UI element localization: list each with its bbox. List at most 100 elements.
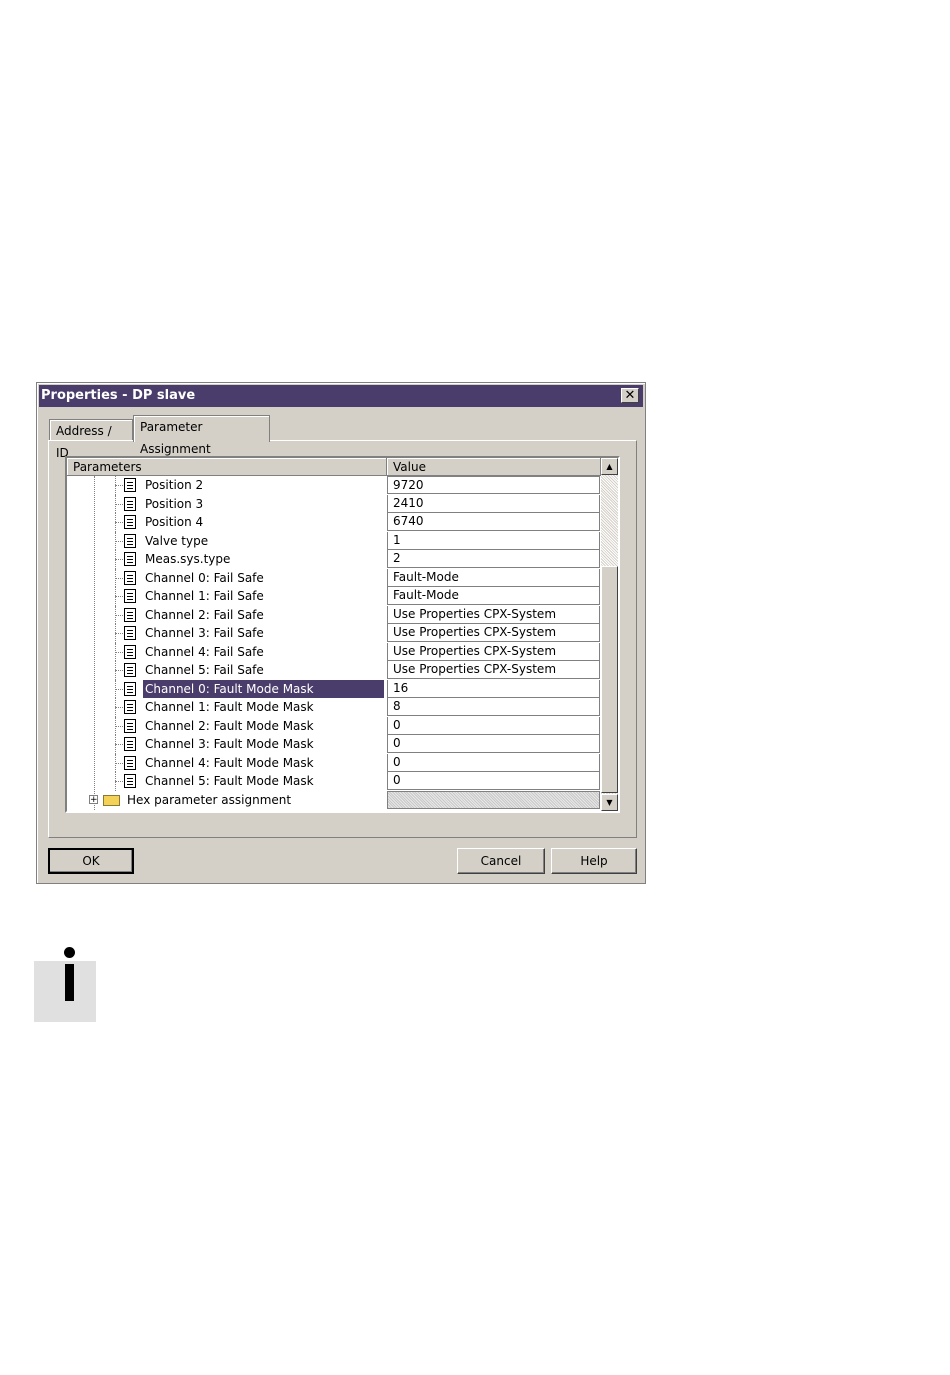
table-row[interactable]: Position 3 2410 <box>67 494 601 513</box>
table-row[interactable]: Channel 2: Fail Safe Use Properties CPX-S… <box>67 605 601 624</box>
parameter-value-field[interactable]: Use Properties CPX-System <box>387 624 600 642</box>
parameter-name-cell[interactable]: Channel 0: Fault Mode Mask <box>67 679 386 698</box>
tree-line <box>115 707 123 708</box>
parameter-doc-icon <box>124 478 136 492</box>
parameter-value-field[interactable]: 16 <box>387 679 600 698</box>
parameter-rows: Position 2 9720 Position 3 2410 Position 4 67… <box>67 476 601 811</box>
parameter-name-cell[interactable]: Channel 4: Fail Safe <box>67 642 386 661</box>
info-icon-dot <box>64 947 75 958</box>
scroll-up-button[interactable]: ▲ <box>601 458 618 475</box>
column-header-value[interactable]: Value <box>387 458 601 476</box>
table-row[interactable]: Channel 2: Fault Mode Mask 0 <box>67 716 601 735</box>
parameter-value-field[interactable]: 0 <box>387 753 600 772</box>
parameter-value-field[interactable]: 0 <box>387 716 600 735</box>
parameter-name-cell[interactable]: Channel 1: Fault Mode Mask <box>67 698 386 717</box>
parameter-value-field[interactable]: Fault-Mode <box>387 568 600 587</box>
parameter-name-cell[interactable]: Channel 5: Fail Safe <box>67 661 386 680</box>
column-header-parameters[interactable]: Parameters <box>67 458 387 476</box>
parameter-doc-icon <box>124 737 136 751</box>
expand-plus-icon[interactable]: + <box>89 794 98 804</box>
parameter-value-field[interactable]: Use Properties CPX-System <box>387 605 600 624</box>
parameter-value-field[interactable]: 9720 <box>387 476 600 494</box>
parameter-doc-icon <box>124 552 136 566</box>
parameter-label: Valve type <box>145 533 209 548</box>
cancel-button[interactable]: Cancel <box>457 848 545 874</box>
parameter-label: Channel 0: Fault Mode Mask <box>143 679 384 698</box>
table-row[interactable]: Meas.sys.type 2 <box>67 550 601 569</box>
table-row[interactable]: Channel 3: Fault Mode Mask 0 <box>67 735 601 754</box>
folder-label: Hex parameter assignment <box>127 792 292 807</box>
tab-parameter-assignment[interactable]: Parameter Assignment <box>133 415 270 456</box>
title-bar[interactable]: Properties - DP slave ✕ <box>39 385 643 407</box>
table-row[interactable]: Channel 0: Fail Safe Fault-Mode <box>67 568 601 587</box>
parameter-value-field[interactable]: 0 <box>387 735 600 753</box>
scroll-thumb[interactable] <box>601 566 618 793</box>
table-row[interactable]: Channel 4: Fail Safe Use Properties CPX-S… <box>67 642 601 661</box>
table-row[interactable]: Channel 3: Fail Safe Use Properties CPX-S… <box>67 624 601 643</box>
parameter-doc-icon <box>124 570 136 585</box>
parameter-label: Channel 4: Fail Safe <box>145 644 264 659</box>
table-row[interactable]: Channel 1: Fault Mode Mask 8 <box>67 698 601 717</box>
close-button[interactable]: ✕ <box>621 388 639 403</box>
parameter-value-field[interactable]: Use Properties CPX-System <box>387 642 600 661</box>
ok-button[interactable]: OK <box>48 848 134 874</box>
parameter-label: Channel 5: Fault Mode Mask <box>145 774 314 788</box>
parameter-value-field[interactable]: 2 <box>387 550 600 568</box>
parameter-label: Channel 4: Fault Mode Mask <box>145 755 314 770</box>
parameter-name-cell[interactable]: Position 4 <box>67 513 386 532</box>
parameter-value-field[interactable]: 1 <box>387 531 600 550</box>
parameter-value-field[interactable]: Use Properties CPX-System <box>387 661 600 679</box>
table-row[interactable]: Channel 1: Fail Safe Fault-Mode <box>67 587 601 606</box>
parameter-name-cell[interactable]: Position 2 <box>67 476 386 495</box>
help-button[interactable]: Help <box>551 848 637 874</box>
table-row[interactable]: Channel 5: Fault Mode Mask 0 <box>67 772 601 791</box>
tree-line <box>115 688 123 690</box>
parameter-doc-icon <box>124 589 136 603</box>
parameter-label: Channel 5: Fail Safe <box>145 663 264 677</box>
tree-line <box>115 485 123 486</box>
dialog-title: Properties - DP slave <box>41 388 196 403</box>
parameter-value-field[interactable]: 0 <box>387 772 600 790</box>
parameter-label: Channel 2: Fault Mode Mask <box>145 718 314 733</box>
table-row[interactable]: Channel 0: Fault Mode Mask 16 <box>67 679 601 698</box>
parameter-name-cell[interactable]: Channel 1: Fail Safe <box>67 587 386 606</box>
table-row[interactable]: Channel 5: Fail Safe Use Properties CPX-S… <box>67 661 601 680</box>
parameter-label: Channel 0: Fail Safe <box>145 570 264 585</box>
parameter-doc-icon <box>124 774 136 788</box>
vertical-scrollbar[interactable]: ▲ ▼ <box>601 458 618 811</box>
folder-name-cell[interactable]: + Hex parameter assignment <box>67 791 386 810</box>
table-row[interactable]: Valve type 1 <box>67 531 601 550</box>
table-row[interactable]: Position 4 6740 <box>67 513 601 532</box>
parameter-name-cell[interactable]: Channel 2: Fault Mode Mask <box>67 716 386 735</box>
parameter-doc-icon <box>124 515 136 529</box>
parameter-name-cell[interactable]: Channel 3: Fail Safe <box>67 624 386 643</box>
tree-line <box>115 577 123 579</box>
properties-dialog: Properties - DP slave ✕ Address / ID Par… <box>36 382 646 884</box>
parameter-name-cell[interactable]: Valve type <box>67 531 386 550</box>
parameter-label: Channel 3: Fault Mode Mask <box>145 737 314 751</box>
parameter-name-cell[interactable]: Position 3 <box>67 494 386 513</box>
parameter-name-cell[interactable]: Channel 0: Fail Safe <box>67 568 386 587</box>
parameter-name-cell[interactable]: Channel 4: Fault Mode Mask <box>67 753 386 772</box>
tree-line <box>115 781 123 782</box>
tree-line <box>115 633 123 634</box>
parameter-value-field[interactable]: 6740 <box>387 513 600 531</box>
parameter-name-cell[interactable]: Channel 2: Fail Safe <box>67 605 386 624</box>
parameter-value-field[interactable]: Fault-Mode <box>387 587 600 605</box>
parameter-label: Channel 3: Fail Safe <box>145 626 264 640</box>
table-row[interactable]: Channel 4: Fault Mode Mask 0 <box>67 753 601 772</box>
parameter-doc-icon <box>124 644 136 659</box>
tree-line <box>115 670 123 671</box>
parameter-name-cell[interactable]: Channel 5: Fault Mode Mask <box>67 772 386 791</box>
parameter-value-field[interactable]: 2410 <box>387 494 600 513</box>
parameter-label: Meas.sys.type <box>145 552 231 566</box>
parameter-name-cell[interactable]: Channel 3: Fault Mode Mask <box>67 735 386 754</box>
parameter-doc-icon <box>124 496 136 511</box>
tab-address-id[interactable]: Address / ID <box>49 419 133 460</box>
tree-folder-row[interactable]: + Hex parameter assignment <box>67 790 601 810</box>
table-row[interactable]: Position 2 9720 <box>67 476 601 495</box>
parameter-doc-icon <box>124 700 136 714</box>
scroll-down-button[interactable]: ▼ <box>601 794 618 811</box>
parameter-name-cell[interactable]: Meas.sys.type <box>67 550 386 569</box>
parameter-value-field[interactable]: 8 <box>387 698 600 716</box>
